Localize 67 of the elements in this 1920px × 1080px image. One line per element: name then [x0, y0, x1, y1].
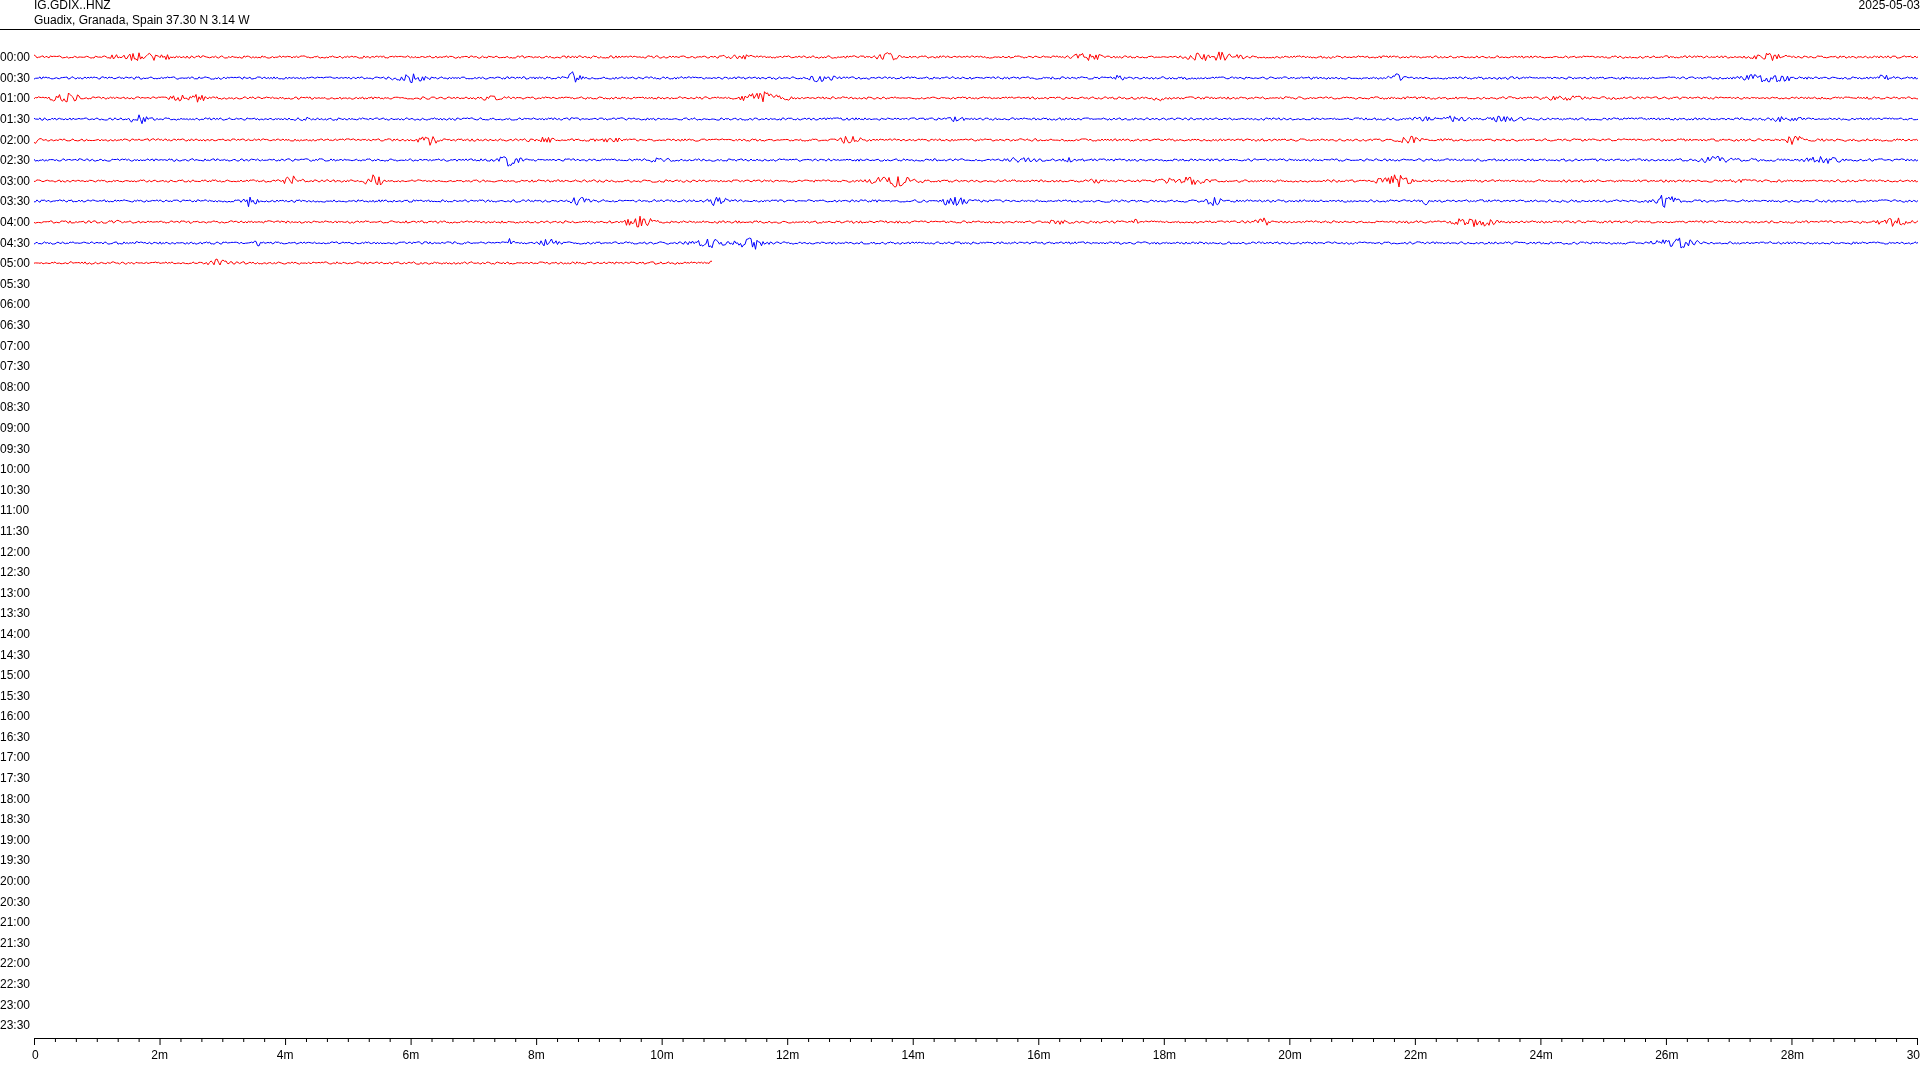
time-label: 07:30: [0, 359, 32, 374]
time-label: 11:30: [0, 523, 31, 538]
time-label: 15:30: [0, 688, 32, 703]
station-location: Guadix, Granada, Spain 37.30 N 3.14 W: [34, 13, 250, 28]
time-label: 08:00: [0, 379, 32, 394]
time-label: 03:30: [0, 194, 32, 209]
time-label: 03:00: [0, 173, 32, 188]
axis-label: 2m: [151, 1047, 168, 1062]
time-label: 13:00: [0, 585, 32, 600]
time-label: 13:30: [0, 606, 32, 621]
time-label: 10:30: [0, 482, 32, 497]
time-label: 19:30: [0, 853, 32, 868]
axis-label: 8m: [528, 1047, 545, 1062]
time-label: 18:30: [0, 812, 32, 827]
axis-label: 30: [1906, 1047, 1920, 1062]
time-label: 12:30: [0, 565, 32, 580]
axis-label: 16m: [1027, 1047, 1051, 1062]
axis-label: 24m: [1529, 1047, 1553, 1062]
axis-label: 28m: [1780, 1047, 1805, 1062]
station-code: IG.GDIX..HNZ: [34, 0, 112, 13]
axis-label: 4m: [276, 1047, 294, 1062]
time-label: 17:30: [0, 771, 32, 786]
time-label: 09:00: [0, 421, 32, 435]
time-label: 20:00: [0, 874, 32, 889]
time-label: 00:00: [0, 50, 32, 65]
time-label: 10:00: [0, 462, 32, 477]
axis-label: 14m: [901, 1047, 925, 1062]
axis-label: 6m: [402, 1047, 420, 1062]
time-label: 21:00: [0, 915, 32, 930]
time-label: 23:30: [0, 1018, 32, 1033]
axis-label: 26m: [1655, 1047, 1679, 1062]
time-label: 09:30: [0, 441, 32, 456]
axis-label: 22m: [1403, 1047, 1428, 1062]
axis-label: 0: [32, 1047, 39, 1062]
time-label: 20:30: [0, 894, 32, 909]
axis-label: 10m: [650, 1047, 674, 1062]
time-label: 22:30: [0, 977, 32, 991]
time-label: 04:00: [0, 215, 32, 230]
time-label: 22:00: [0, 956, 32, 971]
time-label: 14:00: [0, 626, 32, 641]
time-label: 00:30: [0, 70, 32, 85]
time-label: 05:00: [0, 256, 32, 271]
time-label: 23:00: [0, 997, 32, 1012]
time-label: 04:30: [0, 235, 32, 250]
time-label: 05:30: [0, 276, 32, 291]
time-label: 14:30: [0, 647, 32, 662]
time-label: 15:00: [0, 668, 32, 683]
time-label: 12:00: [0, 544, 32, 559]
time-label: 16:30: [0, 729, 32, 744]
time-label: 17:00: [0, 750, 32, 765]
time-label: 08:30: [0, 400, 32, 415]
time-label: 06:00: [0, 297, 32, 312]
time-label: 01:00: [0, 91, 32, 106]
time-label: 19:00: [0, 832, 32, 847]
time-label: 06:30: [0, 318, 32, 332]
time-label: 02:00: [0, 132, 32, 147]
time-label: 07:00: [0, 338, 32, 353]
time-label: 02:30: [0, 153, 32, 168]
axis-label: 18m: [1152, 1047, 1177, 1062]
date-label: 2025-05-03: [1858, 0, 1920, 14]
time-label: 01:30: [0, 112, 32, 127]
time-label: 16:00: [0, 709, 32, 724]
time-label: 11:00: [0, 503, 31, 518]
time-label: 21:30: [0, 935, 32, 950]
axis-label: 20m: [1278, 1047, 1302, 1062]
time-label: 18:00: [0, 791, 32, 806]
axis-label: 12m: [775, 1047, 800, 1062]
